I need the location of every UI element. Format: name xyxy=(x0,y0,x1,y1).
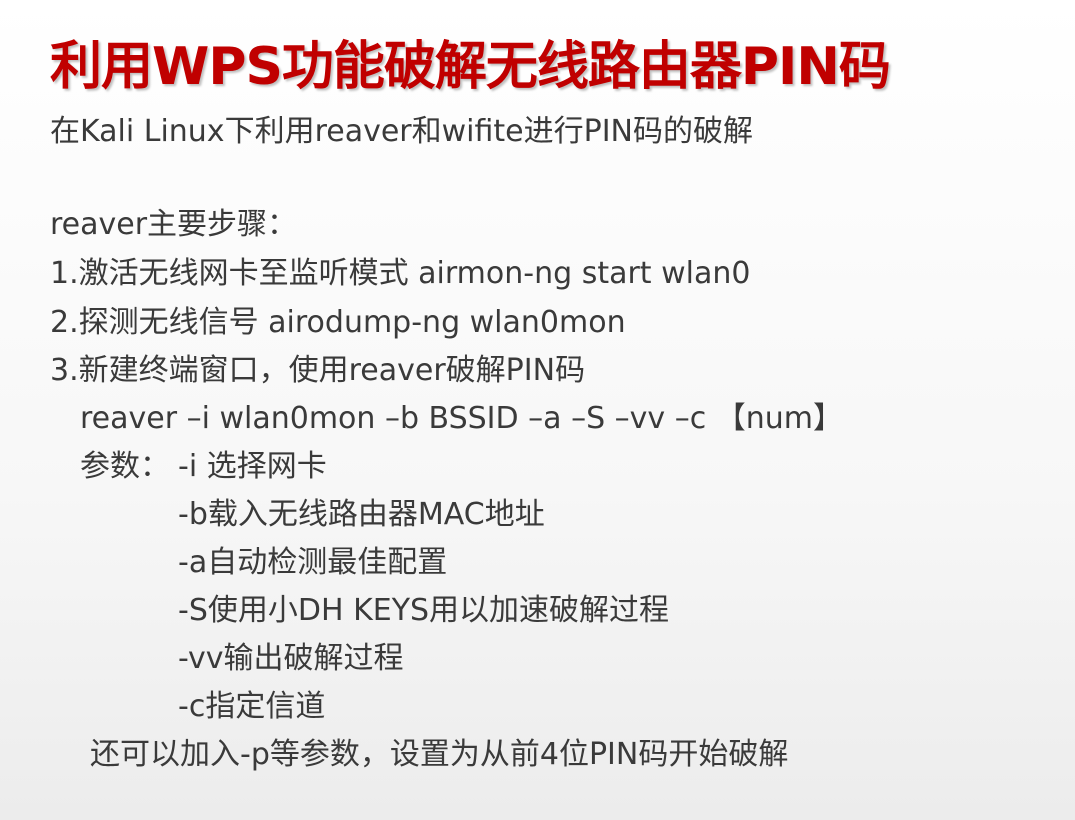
step-3: 3.新建终端窗口，使用reaver破解PIN码 xyxy=(50,353,586,388)
reaver-command: reaver –i wlan0mon –b BSSID –a –S –vv –c… xyxy=(80,401,843,436)
param-vv: -vv输出破解过程 xyxy=(178,641,404,676)
params-label: 参数： xyxy=(80,449,170,484)
param-S: -S使用小DH KEYS用以加速破解过程 xyxy=(178,593,670,628)
step-1: 1.激活无线网卡至监听模式 airmon-ng start wlan0 xyxy=(50,256,751,291)
param-i: -i 选择网卡 xyxy=(178,449,327,484)
param-a: -a自动检测最佳配置 xyxy=(178,545,448,580)
extra-note: 还可以加入-p等参数，设置为从前4位PIN码开始破解 xyxy=(90,737,789,772)
slide: 利用WPS功能破解无线路由器PIN码 在Kali Linux下利用reaver和… xyxy=(0,0,1075,820)
step-2: 2.探测无线信号 airodump-ng wlan0mon xyxy=(50,305,626,340)
param-b: -b载入无线路由器MAC地址 xyxy=(178,497,545,532)
steps-heading: reaver主要步骤： xyxy=(50,207,298,242)
slide-subtitle: 在Kali Linux下利用reaver和wifite进行PIN码的破解 xyxy=(50,114,753,149)
slide-title: 利用WPS功能破解无线路由器PIN码 xyxy=(50,37,891,97)
param-c: -c指定信道 xyxy=(178,689,326,724)
